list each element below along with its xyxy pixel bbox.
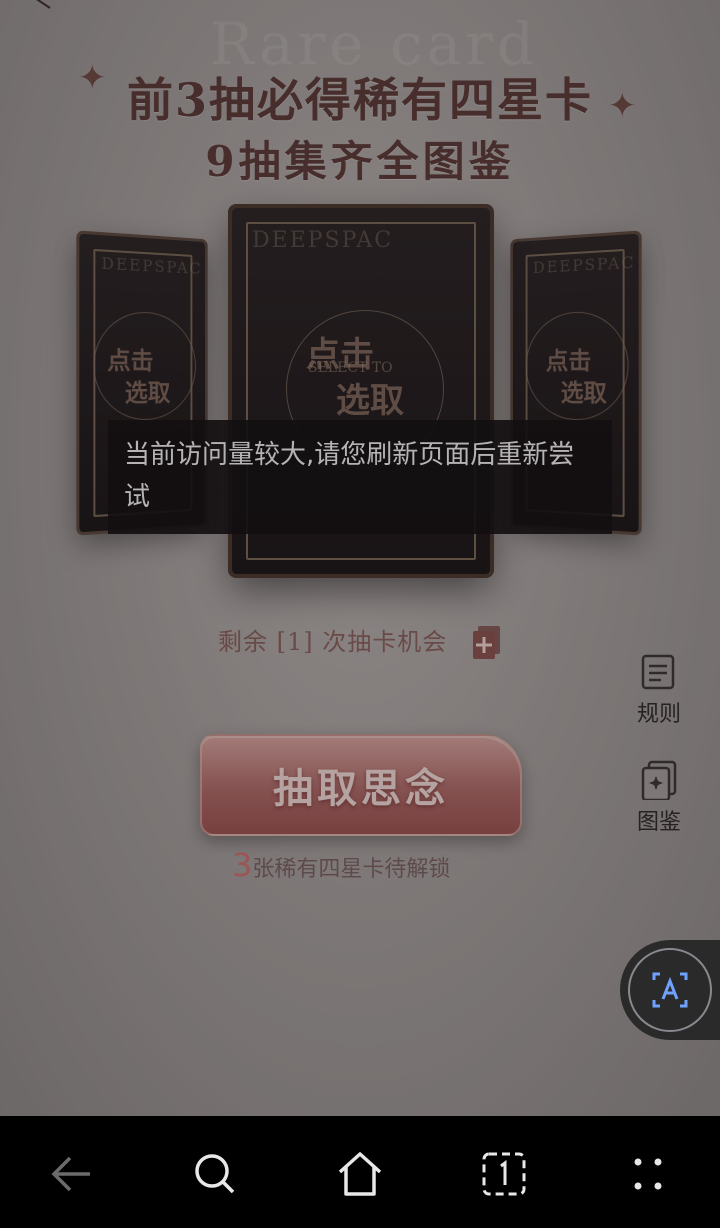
back-icon (44, 1146, 100, 1202)
atlas-icon (639, 760, 679, 800)
card-pick-bottom: 选取 (125, 380, 170, 405)
draw-button[interactable]: 抽取思念 (200, 734, 522, 836)
card-pick-top: 点击 (546, 348, 591, 374)
remaining-prefix: 剩余 (218, 628, 268, 656)
add-draws-icon[interactable] (472, 624, 502, 660)
rules-button[interactable]: 规则 (624, 652, 694, 728)
remaining-suffix: 次抽卡机会 (322, 628, 447, 656)
unlock-hint: 3张稀有四星卡待解锁 (232, 846, 450, 884)
headline-secondary: 9抽集齐全图鉴 (0, 128, 720, 189)
nav-back[interactable] (44, 1146, 100, 1202)
translate-icon (650, 970, 690, 1010)
card-brand: DEEPSPAC (252, 228, 393, 253)
unlock-text: 张稀有四星卡待解锁 (252, 857, 450, 882)
card-pick-top: 点击 (107, 347, 153, 373)
atlas-label: 图鉴 (624, 804, 694, 836)
atlas-button[interactable]: 图鉴 (624, 760, 694, 836)
card-pick-bottom: 选取 (561, 380, 607, 406)
unlock-count: 3 (232, 846, 252, 884)
rules-label: 规则 (624, 696, 694, 728)
remaining-draws: 剩余 [1] 次抽卡机会 (218, 622, 447, 657)
toast-message: 当前访问量较大,请您刷新页面后重新尝试 (108, 420, 612, 534)
rules-icon (639, 652, 679, 692)
home-icon (332, 1146, 388, 1202)
tabs-icon (476, 1146, 532, 1202)
game-page: Rare card ✦ ✦ 前3抽必得稀有四星卡 9抽集齐全图鉴 DEEPSPA… (0, 0, 720, 1116)
remaining-count: [1] (277, 628, 314, 656)
bottom-navigation-bar (0, 1116, 720, 1228)
nav-home[interactable] (332, 1146, 388, 1202)
nav-search[interactable] (187, 1146, 243, 1202)
nav-tabs[interactable] (476, 1146, 532, 1202)
nav-more[interactable] (620, 1146, 676, 1202)
card-pick-bottom: 选取 (336, 384, 404, 420)
card-sub: SELECT TO (308, 360, 393, 376)
back-arrow-icon[interactable] (30, 0, 56, 14)
more-icon (620, 1146, 676, 1202)
floating-translate-button[interactable] (620, 940, 720, 1040)
headline-primary: 前3抽必得稀有四星卡 (0, 64, 720, 130)
search-icon (187, 1146, 243, 1202)
draw-button-label: 抽取思念 (202, 756, 520, 814)
